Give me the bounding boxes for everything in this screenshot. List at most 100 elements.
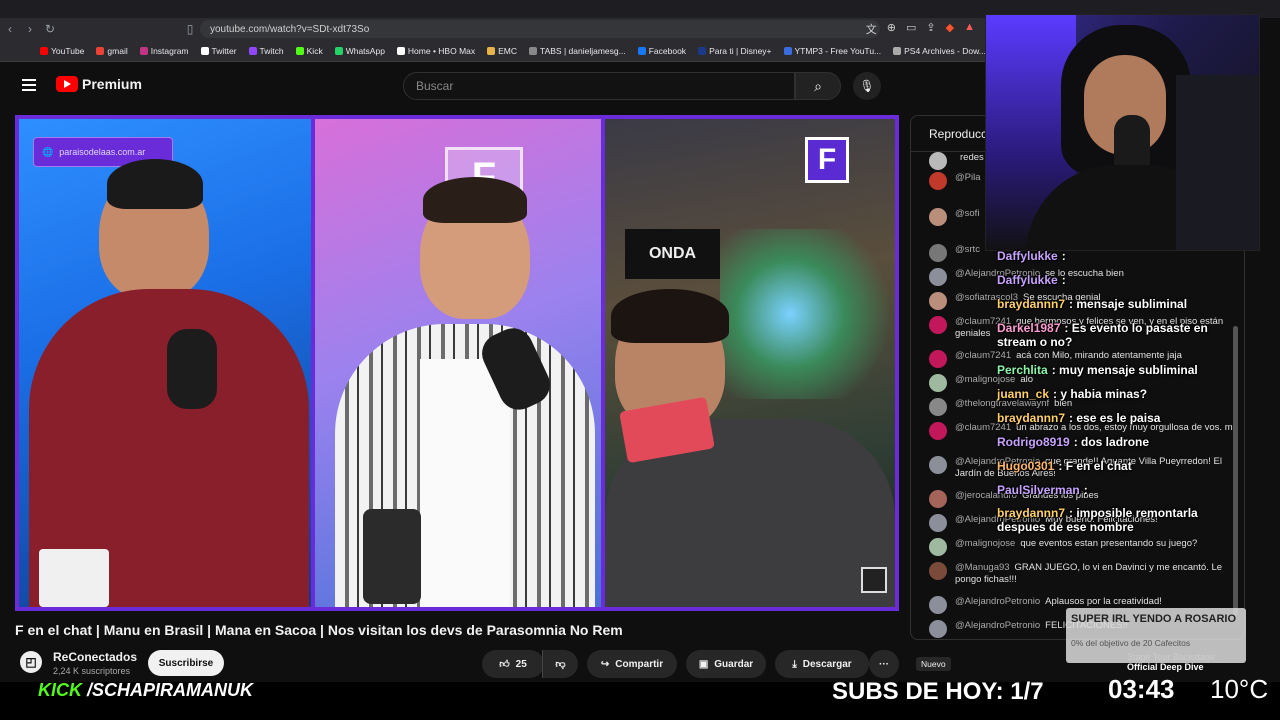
- stream-chat-user: juann_ck: [997, 387, 1050, 401]
- dislike-button[interactable]: 👎︎: [542, 650, 578, 678]
- bookmark-item[interactable]: Twitter: [200, 46, 237, 56]
- bookmark-item[interactable]: YTMP3 - Free YouTu...: [783, 45, 882, 56]
- chat-avatar[interactable]: [929, 490, 947, 508]
- stream-chat-line: Rodrigo8919: dos ladrone: [997, 435, 1149, 449]
- bookmark-favicon-icon: [698, 46, 707, 55]
- save-button[interactable]: ▣ Guardar: [686, 650, 766, 678]
- streamer-webcam: [985, 14, 1260, 251]
- chat-text: Aplausos por la creatividad!: [1045, 596, 1162, 607]
- chat-avatar[interactable]: [929, 268, 947, 286]
- bookmark-item[interactable]: EMC: [487, 46, 517, 56]
- subscribe-button[interactable]: Suscribirse: [148, 650, 224, 676]
- stream-chat-text: :: [1061, 273, 1066, 287]
- chat-avatar[interactable]: [929, 350, 947, 368]
- chat-author[interactable]: @claum7241: [955, 350, 1011, 361]
- guest-right-hair: [611, 289, 729, 343]
- search-placeholder: Buscar: [416, 79, 454, 93]
- chat-text: acá con Milo, mirando atentamente jaja: [1016, 350, 1182, 361]
- bookmark-label: YTMP3 - Free YouTu...: [794, 45, 882, 56]
- bookmark-favicon-icon: [295, 46, 304, 55]
- voice-search-button[interactable]: 🎙: [853, 72, 881, 100]
- chat-scrollbar[interactable]: [1233, 326, 1238, 616]
- url-text: youtube.com/watch?v=SDt-xdt73So: [210, 23, 370, 35]
- chat-avatar[interactable]: [929, 620, 947, 638]
- thumbs-up-icon: 👍︎: [499, 659, 510, 670]
- search-button[interactable]: ⌕: [795, 72, 841, 100]
- bookmark-item[interactable]: Twitch: [248, 46, 284, 56]
- brave-shield-icon[interactable]: ◆: [946, 21, 954, 37]
- chat-avatar[interactable]: [929, 422, 947, 440]
- chat-avatar[interactable]: [929, 596, 947, 614]
- channel-avatar[interactable]: ◰: [20, 651, 42, 673]
- bookmark-item[interactable]: Kick: [295, 45, 323, 56]
- stream-chat-user: braydannn7: [997, 506, 1066, 520]
- chat-avatar[interactable]: [929, 562, 947, 580]
- chat-author[interactable]: @malignojose: [955, 538, 1015, 549]
- brave-rewards-icon[interactable]: ▲: [964, 21, 975, 37]
- chat-avatar[interactable]: [929, 398, 947, 416]
- video-player[interactable]: 🌐 paraisodelaas.com.ar F F ONDA: [15, 115, 899, 611]
- bookmark-favicon-icon: [637, 46, 646, 55]
- bookmark-item[interactable]: gmail: [96, 46, 128, 56]
- toolbar-icons: 文 ⊕ ▭ ⇪ ◆ ▲: [866, 21, 975, 37]
- chat-author[interactable]: @sofi: [955, 208, 979, 219]
- reload-icon[interactable]: ↻: [40, 22, 60, 36]
- bookmark-item[interactable]: Instagram: [139, 46, 189, 56]
- bookmark-item[interactable]: YouTube: [40, 46, 84, 56]
- stage-tour-caption: Stage Tour Backstage: Official Deep Dive: [1127, 652, 1217, 672]
- chat-author[interactable]: @Pila: [955, 172, 981, 183]
- chat-author[interactable]: @AlejandroPetronio: [955, 620, 1040, 631]
- bookmark-icon[interactable]: ▯: [180, 22, 200, 36]
- bookmark-item[interactable]: Home • HBO Max: [396, 46, 475, 56]
- bookmark-label: YouTube: [51, 45, 85, 56]
- phone-device: [363, 509, 421, 604]
- search-input[interactable]: Buscar: [403, 72, 795, 100]
- bookmark-label: EMC: [498, 45, 518, 56]
- like-button[interactable]: 👍︎ 25: [482, 650, 544, 678]
- bookmark-label: Kick: [306, 45, 323, 56]
- cast-icon[interactable]: ▭: [906, 21, 916, 37]
- chat-avatar[interactable]: [929, 172, 947, 190]
- more-actions-button[interactable]: ···: [869, 650, 899, 678]
- download-button[interactable]: ⤓ Descargar: [775, 650, 869, 678]
- stage-line-2: Official Deep Dive: [1127, 662, 1204, 672]
- chat-avatar[interactable]: [929, 292, 947, 310]
- stream-chat-user: Hugo0301: [997, 459, 1055, 473]
- more-icon: ···: [879, 658, 889, 670]
- share-icon[interactable]: ⇪: [926, 21, 935, 37]
- forward-icon[interactable]: ›: [20, 22, 40, 36]
- new-badge: Nuevo: [916, 657, 951, 671]
- address-bar[interactable]: youtube.com/watch?v=SDt-xdt73So: [200, 20, 880, 38]
- stream-chat-line: Darkel1987: Es evento lo pasaste en stre…: [997, 321, 1232, 349]
- share-button[interactable]: ↪ Compartir: [587, 650, 677, 678]
- chat-avatar[interactable]: [929, 152, 947, 170]
- back-icon[interactable]: ‹: [0, 22, 20, 36]
- chat-author[interactable]: @srtc: [955, 244, 980, 255]
- menu-icon[interactable]: [22, 79, 36, 91]
- chat-avatar[interactable]: [929, 374, 947, 392]
- chat-avatar[interactable]: [929, 514, 947, 532]
- chat-avatar[interactable]: [929, 208, 947, 226]
- chat-author[interactable]: @AlejandroPetronio: [955, 596, 1040, 607]
- bookmark-favicon-icon: [529, 46, 538, 55]
- video-panel-left: 🌐 paraisodelaas.com.ar: [19, 119, 311, 607]
- bookmark-item[interactable]: PS4 Archives - Dow...: [893, 46, 985, 56]
- chat-avatar[interactable]: [929, 538, 947, 556]
- zoom-icon[interactable]: ⊕: [887, 21, 896, 37]
- bookmark-item[interactable]: Para ti | Disney+: [698, 46, 772, 56]
- stream-chat-text: : mensaje subliminal: [1069, 297, 1188, 311]
- chat-avatar[interactable]: [929, 456, 947, 474]
- stream-chat-user: PaulSilverman: [997, 483, 1080, 497]
- chat-message: @Manuga93 GRAN JUEGO, lo vi en Davinci y …: [929, 562, 1239, 586]
- bookmark-item[interactable]: WhatsApp: [334, 46, 385, 56]
- bookmark-item[interactable]: Facebook: [637, 46, 686, 56]
- bookmark-item[interactable]: TABS | danieljamesg...: [529, 46, 626, 56]
- chat-avatar[interactable]: [929, 244, 947, 262]
- chat-author[interactable]: @Manuga93: [955, 562, 1010, 573]
- chat-avatar[interactable]: [929, 316, 947, 334]
- gaming-chair: [1176, 75, 1259, 250]
- youtube-premium-logo[interactable]: Premium: [56, 76, 142, 92]
- video-panel-right: F ONDA: [605, 119, 895, 607]
- channel-name[interactable]: ReConectados: [53, 650, 137, 664]
- translate-icon[interactable]: 文: [866, 21, 877, 37]
